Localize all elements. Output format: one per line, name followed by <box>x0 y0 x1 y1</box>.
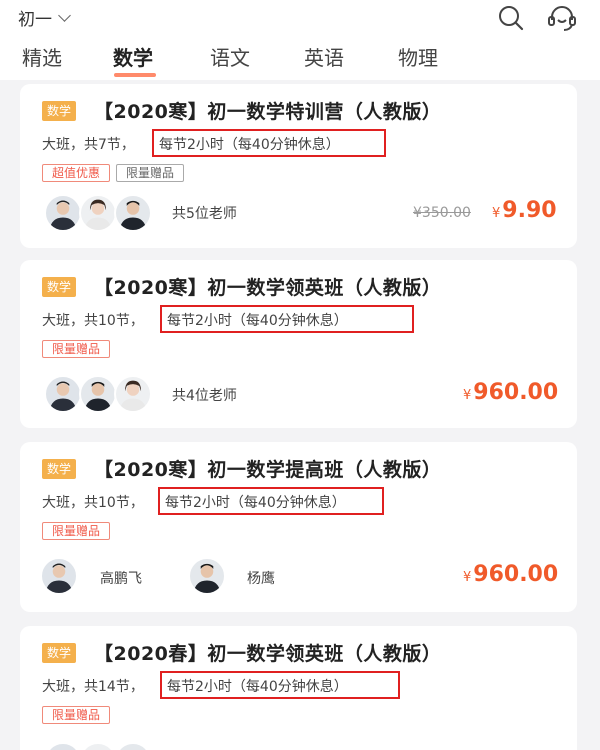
tab-physics[interactable]: 物理 <box>398 42 438 71</box>
avatar <box>114 742 152 750</box>
tab-chinese[interactable]: 语文 <box>210 42 250 71</box>
price-value: 960.00 <box>473 562 559 587</box>
schedule-highlight: 每节2小时（每40分钟休息） <box>160 671 400 699</box>
price: ¥9.90 <box>492 198 557 223</box>
active-tab-indicator <box>114 73 156 77</box>
badge-gift: 限量赠品 <box>42 340 111 358</box>
schedule-highlight: 每节2小时（每40分钟休息） <box>158 487 384 515</box>
subject-tag: 数学 <box>42 101 76 121</box>
teacher-count: 共4位老师 <box>172 388 237 404</box>
schedule-text: 每节2小时（每40分钟休息） <box>167 679 348 695</box>
badge-gift: 限量赠品 <box>42 706 111 724</box>
schedule-text: 每节2小时（每40分钟休息） <box>165 495 346 511</box>
badge-gift: 限量赠品 <box>116 164 185 182</box>
avatar <box>40 557 78 595</box>
course-title: 【2020寒】初一数学特训营（人教版） <box>94 101 442 123</box>
class-info: 大班，共7节， <box>42 137 135 153</box>
class-info: 大班，共10节， <box>42 313 144 329</box>
course-card[interactable]: 数学 【2020春】初一数学领英班（人教版） 大班，共14节， 每节2小时（每4… <box>20 626 577 750</box>
badge-list: 限量赠品 <box>42 340 111 358</box>
schedule-text: 每节2小时（每40分钟休息） <box>167 313 348 329</box>
schedule-highlight: 每节2小时（每40分钟休息） <box>152 129 386 157</box>
grade-selector[interactable]: 初一 <box>18 5 71 30</box>
badge-list: 限量赠品 <box>42 522 111 540</box>
schedule-text: 每节2小时（每40分钟休息） <box>159 137 340 153</box>
avatar <box>79 742 117 750</box>
class-info: 大班，共10节， <box>42 495 144 511</box>
teacher-name: 杨鹰 <box>247 571 275 587</box>
price-value: 960.00 <box>473 380 559 405</box>
badge-list: 超值优惠 限量赠品 <box>42 164 185 182</box>
course-card[interactable]: 数学 【2020寒】初一数学领英班（人教版） 大班，共10节， 每节2小时（每4… <box>20 260 577 428</box>
customer-service-icon[interactable] <box>546 3 578 33</box>
currency-symbol: ¥ <box>463 388 472 403</box>
schedule-highlight: 每节2小时（每40分钟休息） <box>160 305 414 333</box>
subject-tag: 数学 <box>42 459 76 479</box>
course-title: 【2020春】初一数学领英班（人教版） <box>94 643 442 665</box>
course-card[interactable]: 数学 【2020寒】初一数学提高班（人教版） 大班，共10节， 每节2小时（每4… <box>20 442 577 612</box>
tab-math[interactable]: 数学 <box>113 42 153 71</box>
top-bar: 初一 <box>0 0 600 34</box>
badge-gift: 限量赠品 <box>42 522 111 540</box>
avatar <box>79 194 117 232</box>
original-price: ¥350.00 <box>413 205 471 221</box>
teacher-count: 共5位老师 <box>172 206 237 222</box>
course-title: 【2020寒】初一数学提高班（人教版） <box>94 459 442 481</box>
avatar <box>114 375 152 413</box>
badge-promo: 超值优惠 <box>42 164 111 182</box>
badge-list: 限量赠品 <box>42 706 111 724</box>
avatar <box>188 557 226 595</box>
course-title: 【2020寒】初一数学领英班（人教版） <box>94 277 442 299</box>
currency-symbol: ¥ <box>492 206 501 221</box>
subject-tag: 数学 <box>42 277 76 297</box>
course-card[interactable]: 数学 【2020寒】初一数学特训营（人教版） 大班，共7节， 每节2小时（每40… <box>20 84 577 248</box>
avatar <box>79 375 117 413</box>
price: ¥960.00 <box>463 562 558 587</box>
avatar <box>44 194 82 232</box>
currency-symbol: ¥ <box>463 570 472 585</box>
price-value: 9.90 <box>502 198 557 223</box>
class-info: 大班，共14节， <box>42 679 144 695</box>
teacher-name: 高鹏飞 <box>100 571 142 587</box>
avatar <box>114 194 152 232</box>
tab-english[interactable]: 英语 <box>304 42 344 71</box>
subject-tabs: 精选 数学 语文 英语 物理 <box>0 34 600 80</box>
subject-tag: 数学 <box>42 643 76 663</box>
chevron-down-icon <box>58 8 71 22</box>
avatar <box>44 742 82 750</box>
search-icon[interactable] <box>497 4 525 32</box>
avatar <box>44 375 82 413</box>
grade-label: 初一 <box>18 10 52 30</box>
price: ¥960.00 <box>463 380 558 405</box>
tab-featured[interactable]: 精选 <box>22 42 62 71</box>
